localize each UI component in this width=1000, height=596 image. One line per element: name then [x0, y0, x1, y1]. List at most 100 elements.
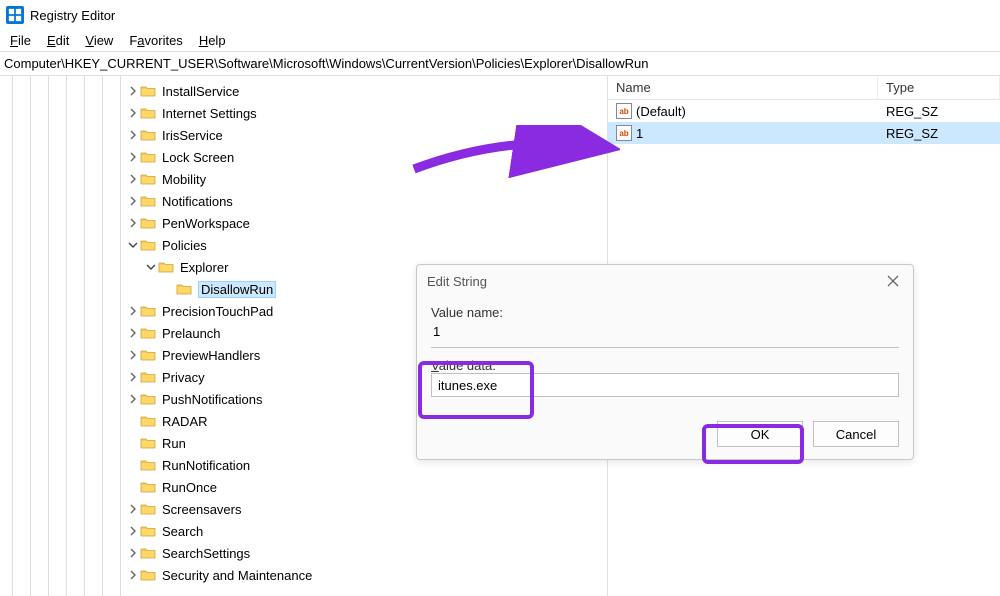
chevron-right-icon[interactable] [126, 128, 140, 142]
tree-item[interactable]: IrisService [0, 124, 607, 146]
tree-item[interactable]: PenWorkspace [0, 212, 607, 234]
tree-item-label: IrisService [162, 128, 223, 143]
folder-icon [140, 436, 158, 450]
tree-item-label: Policies [162, 238, 207, 253]
value-type: REG_SZ [878, 104, 1000, 119]
folder-icon [140, 128, 158, 142]
tree-item-label: RADAR [162, 414, 208, 429]
close-icon[interactable] [883, 271, 903, 291]
folder-icon [176, 282, 194, 296]
chevron-right-icon[interactable] [126, 326, 140, 340]
tree-item[interactable]: Policies [0, 234, 607, 256]
chevron-right-icon[interactable] [126, 370, 140, 384]
list-header[interactable]: Name Type [608, 76, 1000, 100]
folder-icon [140, 150, 158, 164]
tree-item-label: PushNotifications [162, 392, 262, 407]
value-type: REG_SZ [878, 126, 1000, 141]
tree-item-label: Security and Maintenance [162, 568, 312, 583]
tree-item-label: Explorer [180, 260, 228, 275]
chevron-right-icon[interactable] [126, 106, 140, 120]
window-title: Registry Editor [30, 8, 115, 23]
address-bar[interactable]: Computer\HKEY_CURRENT_USER\Software\Micr… [0, 52, 1000, 76]
chevron-right-icon[interactable] [126, 524, 140, 538]
tree-item[interactable]: Search [0, 520, 607, 542]
tree-item-label: Screensavers [162, 502, 241, 517]
tree-item[interactable]: SearchSettings [0, 542, 607, 564]
chevron-right-icon[interactable] [126, 84, 140, 98]
tree-item-label: Run [162, 436, 186, 451]
tree-item-label: Mobility [162, 172, 206, 187]
chevron-right-icon[interactable] [126, 304, 140, 318]
folder-icon [140, 106, 158, 120]
col-header-name[interactable]: Name [608, 76, 878, 99]
folder-icon [140, 392, 158, 406]
chevron-right-icon[interactable] [126, 150, 140, 164]
menu-file[interactable]: File [2, 31, 39, 50]
folder-icon [140, 304, 158, 318]
ok-button[interactable]: OK [717, 421, 803, 447]
folder-icon [158, 260, 176, 274]
chevron-right-icon[interactable] [126, 392, 140, 406]
tree-item-label: Prelaunch [162, 326, 221, 341]
tree-item[interactable]: Internet Settings [0, 102, 607, 124]
dialog-titlebar: Edit String [417, 265, 913, 297]
value-name-label: Value name: [431, 305, 899, 320]
tree-item[interactable]: Notifications [0, 190, 607, 212]
folder-icon [140, 172, 158, 186]
folder-icon [140, 370, 158, 384]
list-row[interactable]: ab (Default) REG_SZ [608, 100, 1000, 122]
tree-item[interactable]: Security and Maintenance [0, 564, 607, 586]
string-value-icon: ab [616, 103, 632, 119]
chevron-right-icon[interactable] [126, 546, 140, 560]
menu-help[interactable]: Help [191, 31, 234, 50]
folder-icon [140, 84, 158, 98]
menu-bar: File Edit View Favorites Help [0, 30, 1000, 52]
tree-item[interactable]: Screensavers [0, 498, 607, 520]
folder-icon [140, 502, 158, 516]
tree-item[interactable]: InstallService [0, 80, 607, 102]
address-text: Computer\HKEY_CURRENT_USER\Software\Micr… [4, 56, 648, 71]
cancel-button[interactable]: Cancel [813, 421, 899, 447]
value-data-input[interactable] [431, 373, 899, 397]
menu-favorites[interactable]: Favorites [121, 31, 190, 50]
tree-item-label: PreviewHandlers [162, 348, 260, 363]
value-name: (Default) [636, 104, 686, 119]
folder-icon [140, 348, 158, 362]
folder-icon [140, 216, 158, 230]
chevron-right-icon[interactable] [126, 568, 140, 582]
tree-item-label: RunNotification [162, 458, 250, 473]
edit-string-dialog: Edit String Value name: 1 Value data: OK… [416, 264, 914, 460]
tree-item-label: Internet Settings [162, 106, 257, 121]
tree-item[interactable]: Mobility [0, 168, 607, 190]
col-header-type[interactable]: Type [878, 76, 1000, 99]
string-value-icon: ab [616, 125, 632, 141]
list-row[interactable]: ab 1 REG_SZ [608, 122, 1000, 144]
tree-item-label: RunOnce [162, 480, 217, 495]
chevron-right-icon[interactable] [126, 194, 140, 208]
tree-item-label: Notifications [162, 194, 233, 209]
chevron-right-icon[interactable] [126, 502, 140, 516]
dialog-title: Edit String [427, 274, 487, 289]
tree-item-label: DisallowRun [198, 281, 276, 298]
tree-item[interactable]: RunOnce [0, 476, 607, 498]
folder-icon [140, 194, 158, 208]
chevron-right-icon[interactable] [126, 216, 140, 230]
chevron-down-icon[interactable] [144, 260, 158, 274]
folder-icon [140, 524, 158, 538]
app-icon [6, 6, 24, 24]
tree-item[interactable]: Lock Screen [0, 146, 607, 168]
tree-item-label: Search [162, 524, 203, 539]
chevron-right-icon[interactable] [126, 172, 140, 186]
folder-icon [140, 480, 158, 494]
chevron-down-icon[interactable] [126, 238, 140, 252]
folder-icon [140, 458, 158, 472]
tree-item-label: InstallService [162, 84, 239, 99]
folder-icon [140, 568, 158, 582]
menu-view[interactable]: View [77, 31, 121, 50]
chevron-right-icon[interactable] [126, 348, 140, 362]
menu-edit[interactable]: Edit [39, 31, 77, 50]
tree-item-label: Lock Screen [162, 150, 234, 165]
title-bar: Registry Editor [0, 0, 1000, 30]
value-name: 1 [636, 126, 643, 141]
folder-icon [140, 414, 158, 428]
